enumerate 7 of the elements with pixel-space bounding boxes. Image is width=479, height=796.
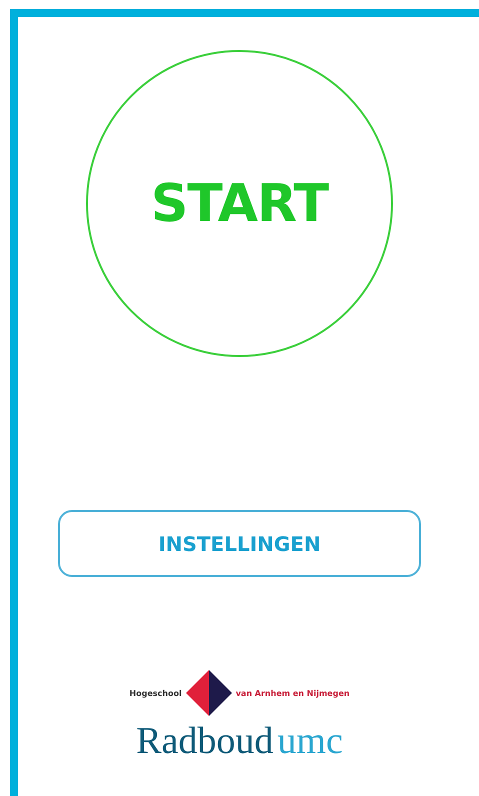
- start-button[interactable]: START: [86, 50, 393, 357]
- logo-text: van Arnhem en Nijmegen: [236, 688, 350, 698]
- logo-text: Hogeschool: [129, 688, 182, 698]
- settings-button[interactable]: INSTELLINGEN: [58, 510, 421, 577]
- logo-text: Radboud: [136, 722, 274, 760]
- logo-text: umc: [277, 722, 343, 760]
- diamond-logo-icon: [186, 670, 232, 716]
